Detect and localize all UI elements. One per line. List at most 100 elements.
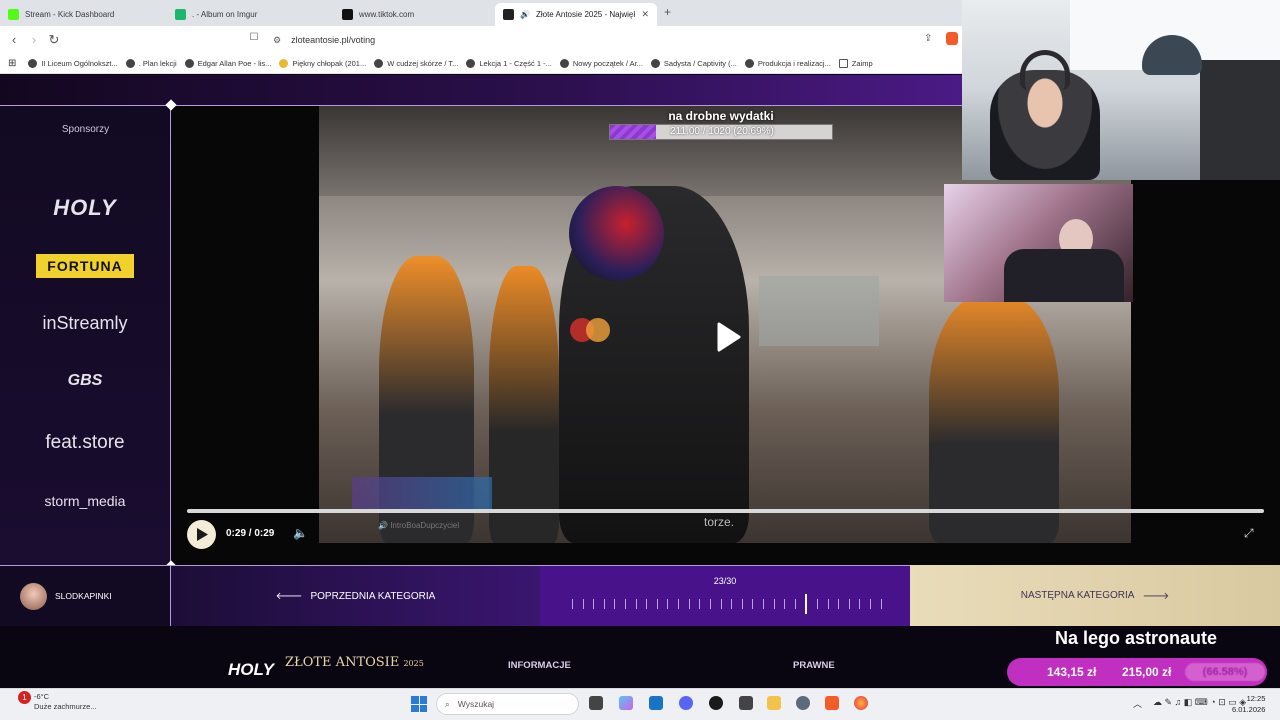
previous-category-button[interactable]: 🡐 POPRZEDNIA KATEGORIA xyxy=(171,565,540,626)
category-tick[interactable] xyxy=(859,599,861,609)
category-tick[interactable] xyxy=(870,599,872,609)
discord-icon[interactable] xyxy=(679,696,693,710)
file-explorer-icon[interactable] xyxy=(767,696,781,710)
sponsor-holy[interactable]: HOLY xyxy=(20,195,150,221)
tab-imgur[interactable]: . - Album on Imgur xyxy=(167,3,332,26)
bookmark-item[interactable]: Nowy początek / Ar... xyxy=(556,58,647,68)
sponsor-featstore[interactable]: feat.store xyxy=(20,432,150,454)
copilot-icon[interactable] xyxy=(619,696,633,710)
category-tick[interactable] xyxy=(593,599,595,609)
forward-button[interactable]: › xyxy=(26,32,42,47)
category-tick[interactable] xyxy=(699,599,701,609)
next-category-button[interactable]: NASTĘPNA KATEGORIA 🡒 xyxy=(910,565,1280,626)
site-info-icon[interactable]: ⚙ xyxy=(273,35,281,46)
category-tick[interactable] xyxy=(582,599,584,609)
category-tick[interactable] xyxy=(688,599,690,609)
tab-zloteantosie[interactable]: 🔊 Złote Antosie 2025 - Największ ✕ xyxy=(495,3,657,26)
category-tick[interactable] xyxy=(678,599,680,609)
brave-icon[interactable] xyxy=(825,696,839,710)
category-tick[interactable] xyxy=(794,599,796,609)
goal-current: 143,15 zł xyxy=(1047,665,1097,679)
category-tick[interactable] xyxy=(848,599,850,609)
category-tick[interactable] xyxy=(784,599,786,609)
user-profile[interactable]: SLODKAPINKI xyxy=(0,565,171,626)
brave-shield-icon[interactable] xyxy=(946,32,958,45)
category-tick[interactable] xyxy=(572,599,573,609)
taskbar-clock[interactable]: 12:25 6.01.2026 xyxy=(1232,693,1265,715)
windows-start-icon[interactable] xyxy=(411,696,427,712)
play-button[interactable] xyxy=(187,520,216,549)
category-tick[interactable] xyxy=(773,599,775,609)
category-tick[interactable] xyxy=(625,599,627,609)
bookmark-item[interactable]: . Plan lekcji xyxy=(122,58,181,68)
category-tick[interactable] xyxy=(603,599,605,609)
bookmark-item[interactable]: Edgar Allan Poe - lis... xyxy=(181,58,276,68)
reload-button[interactable]: ↻ xyxy=(46,32,62,48)
bookmark-folder[interactable]: Zaimp xyxy=(835,58,877,68)
bookmark-icon xyxy=(466,58,476,68)
play-overlay-icon[interactable] xyxy=(707,317,747,357)
firefox-icon[interactable] xyxy=(854,696,868,710)
fullscreen-icon[interactable]: ⤢ xyxy=(1244,526,1254,541)
bookmark-icon xyxy=(559,58,569,68)
volume-icon[interactable]: 🔈 xyxy=(293,526,308,540)
bookmark-item[interactable]: Piękny chłopak (201... xyxy=(275,58,370,68)
category-tick[interactable] xyxy=(646,599,648,609)
category-tick[interactable] xyxy=(656,599,658,609)
taskbar-search[interactable]: ⌕ Wyszukaj xyxy=(436,693,579,715)
share-icon[interactable]: ⇪ xyxy=(924,33,932,44)
video-watermark: torze. xyxy=(704,515,735,529)
kick-icon xyxy=(8,9,19,20)
category-tick[interactable] xyxy=(667,599,669,609)
back-button[interactable]: ‹ xyxy=(6,32,22,47)
apps-icon[interactable]: ⊞ xyxy=(0,58,24,69)
streamer-body xyxy=(1004,249,1124,302)
sponsor-stormmedia[interactable]: storm_media xyxy=(20,493,150,509)
footer-logo-zlote[interactable]: ZŁOTE ANTOSIE 2025 xyxy=(285,656,424,670)
new-tab-button[interactable]: + xyxy=(664,5,671,19)
category-tick[interactable] xyxy=(741,599,743,609)
category-tick[interactable] xyxy=(709,599,711,609)
category-tick[interactable] xyxy=(731,599,733,609)
bookmark-icon[interactable]: ☐ xyxy=(246,32,262,43)
category-tick[interactable] xyxy=(827,599,829,609)
video-progress-bar[interactable] xyxy=(187,509,1264,513)
bookmark-item[interactable]: Produkcja i realizacj... xyxy=(741,58,835,68)
store-icon[interactable] xyxy=(649,696,663,710)
bookmark-item[interactable]: II Liceum Ogólnokszt... xyxy=(24,58,121,68)
footer-logo-holy[interactable]: HOLY xyxy=(228,660,274,680)
weather-widget[interactable]: -6°C Duże zachmurze... xyxy=(34,692,97,712)
bookmark-item[interactable]: Sadysta / Captivity (... xyxy=(647,58,741,68)
sponsor-gbs[interactable]: GBS xyxy=(20,372,150,390)
close-tab-icon[interactable]: ✕ xyxy=(641,9,649,20)
donation-goal-value: 211.00 / 1020 (20.69%) xyxy=(670,126,774,137)
bookmark-item[interactable]: W cudzej skórze / T... xyxy=(370,58,462,68)
category-tick[interactable] xyxy=(880,599,882,609)
tray-chevron-icon[interactable]: ︿ xyxy=(1133,697,1142,710)
category-tick[interactable] xyxy=(817,599,819,609)
url-field[interactable]: ⚙ zloteantosie.pl/voting xyxy=(265,30,955,50)
notification-badge[interactable]: 1 xyxy=(18,691,31,704)
steam-icon[interactable] xyxy=(709,696,723,710)
category-tick[interactable] xyxy=(614,599,616,609)
category-tick[interactable] xyxy=(720,599,722,609)
overlay-caption-text: IntroBoaDupczyciel xyxy=(390,521,460,530)
task-view-icon[interactable] xyxy=(589,696,603,710)
sponsor-instreamly[interactable]: inStreamly xyxy=(20,313,150,334)
category-ticks[interactable] xyxy=(572,594,882,614)
category-tick[interactable] xyxy=(762,599,764,609)
tab-kick[interactable]: Stream - Kick Dashboard xyxy=(0,3,165,26)
category-tick[interactable] xyxy=(635,599,637,609)
category-tick[interactable] xyxy=(805,594,808,614)
tab-tiktok[interactable]: www.tiktok.com xyxy=(334,3,494,26)
speaker-icon: 🔊 xyxy=(520,10,530,19)
category-tick[interactable] xyxy=(752,599,754,609)
app-icon[interactable] xyxy=(739,696,753,710)
stream-overlay-banner xyxy=(352,477,492,511)
garage-window xyxy=(759,276,879,346)
bookmark-item[interactable]: Lekcja 1 - Część 1 -... xyxy=(462,58,556,68)
bookmark-label: Lekcja 1 - Część 1 -... xyxy=(479,58,552,68)
sponsor-fortuna[interactable]: FORTUNA xyxy=(36,254,134,278)
category-tick[interactable] xyxy=(838,599,840,609)
settings-icon[interactable] xyxy=(796,696,810,710)
